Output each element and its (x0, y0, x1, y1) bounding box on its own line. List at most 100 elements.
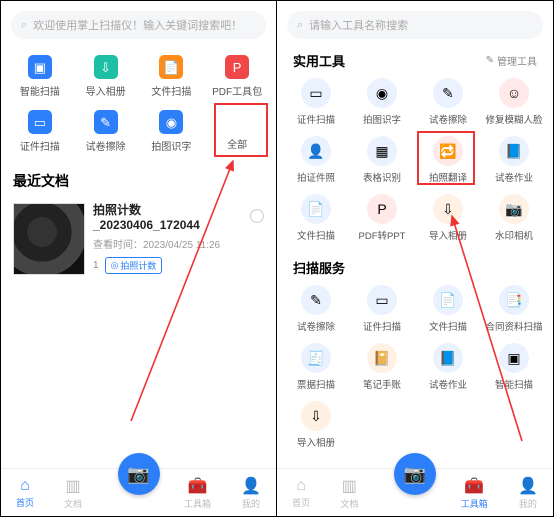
cell-label: 导入相册 (429, 228, 467, 242)
cell-icon: ▦ (367, 136, 397, 166)
cell-icon: ✎ (433, 78, 463, 108)
cell-icon: 📘 (433, 343, 463, 373)
tool-label: 试卷擦除 (86, 138, 126, 153)
tool-icon: ▭ (28, 110, 52, 134)
cell-icon: 👤 (301, 136, 331, 166)
search-bar[interactable]: ⌕ 请输入工具名称搜索 (287, 11, 543, 39)
doc-info: 拍照计数_20230406_172044 查看时间：2023/04/25 11:… (93, 203, 242, 274)
tool-label: PDF工具包 (212, 83, 262, 98)
cell-修复模糊人脸[interactable]: ☺修复模糊人脸 (481, 78, 547, 126)
doc-row[interactable]: 拍照计数_20230406_172044 查看时间：2023/04/25 11:… (1, 197, 276, 281)
nav-home[interactable]: ⌂首页 (16, 477, 34, 509)
select-circle[interactable] (250, 209, 264, 223)
cell-智能扫描[interactable]: ▣智能扫描 (481, 343, 547, 391)
cell-拍图识字[interactable]: ◉拍图识字 (349, 78, 415, 126)
edit-icon: ✎ (486, 55, 494, 66)
nav-docs[interactable]: ▥文档 (340, 476, 358, 510)
tool-label: 证件扫描 (20, 138, 60, 153)
cell-票据扫描[interactable]: 🧾票据扫描 (283, 343, 349, 391)
cell-拍照翻译[interactable]: 🔁 拍照翻译 (415, 136, 481, 184)
cell-label: 试卷擦除 (297, 319, 335, 333)
tool-label: 拍图识字 (151, 138, 191, 153)
cell-icon: ▭ (367, 285, 397, 315)
tool-证件扫描[interactable]: ▭ 证件扫描 (7, 106, 73, 157)
left-screen: ⌕ 欢迎使用掌上扫描仪！输入关键词搜索吧！ ▣智能扫描⇩导入相册 📄 文件扫描 P PD… (1, 1, 277, 516)
search-bar[interactable]: ⌕ 欢迎使用掌上扫描仪！输入关键词搜索吧！ (11, 11, 266, 39)
home-icon: ⌂ (296, 477, 306, 495)
cell-导入相册[interactable]: ⇩导入相册 (283, 401, 349, 449)
tool-icon: ✎ (94, 110, 118, 134)
cell-icon: ◉ (367, 78, 397, 108)
cell-icon: ▭ (301, 78, 331, 108)
nav-mine[interactable]: 👤我的 (241, 476, 261, 510)
cell-icon: 📘 (499, 136, 529, 166)
cell-证件扫描[interactable]: ▭证件扫描 (283, 78, 349, 126)
cell-label: 拍证件照 (297, 170, 335, 184)
cell-label: 拍照翻译 (429, 170, 467, 184)
recent-docs-title: 最近文档 (13, 171, 264, 191)
camera-icon: 📷 (127, 464, 149, 485)
manage-tools[interactable]: ✎管理工具 (486, 53, 537, 68)
tools-icon: 🧰 (464, 476, 484, 496)
cell-label: 试卷作业 (429, 377, 467, 391)
cell-icon: 🔁 (433, 136, 463, 166)
cell-证件扫描[interactable]: ▭证件扫描 (349, 285, 415, 333)
nav-mine[interactable]: 👤我的 (518, 476, 538, 510)
tool-PDF工具包[interactable]: P PDF工具包 (204, 51, 270, 102)
bottom-nav: ⌂首页 ▥文档 🧰工具箱 👤我的 📷 (277, 468, 553, 516)
tool-智能扫描[interactable]: ▣智能扫描 (7, 51, 73, 102)
tool-全部[interactable]: 全部 (204, 106, 270, 157)
tool-icon: 📄 (159, 55, 183, 79)
cell-试卷擦除[interactable]: ✎ 试卷擦除 (415, 78, 481, 126)
doc-thumbnail (13, 203, 85, 275)
cell-表格识别[interactable]: ▦表格识别 (349, 136, 415, 184)
camera-icon: 📷 (404, 464, 426, 485)
cell-icon: ▣ (499, 343, 529, 373)
tool-试卷擦除[interactable]: ✎ 试卷擦除 (73, 106, 139, 157)
nav-docs[interactable]: ▥文档 (64, 476, 82, 510)
scan-title: 扫描服务 (293, 258, 345, 277)
cell-label: 水印相机 (495, 228, 533, 242)
search-icon: ⌕ (297, 19, 303, 32)
cell-文件扫描[interactable]: 📄文件扫描 (283, 194, 349, 242)
user-icon: 👤 (518, 476, 538, 496)
cell-label: 合同资料扫描 (485, 319, 542, 333)
cell-试卷擦除[interactable]: ✎ 试卷擦除 (283, 285, 349, 333)
tool-文件扫描[interactable]: 📄 文件扫描 (139, 51, 205, 102)
cell-合同资料扫描[interactable]: 📑合同资料扫描 (481, 285, 547, 333)
tool-导入相册[interactable]: ⇩导入相册 (73, 51, 139, 102)
tool-icon (226, 110, 248, 132)
cell-icon: ✎ (301, 285, 331, 315)
cell-label: 修复模糊人脸 (485, 112, 542, 126)
bottom-nav: ⌂首页 ▥文档 🧰工具箱 👤我的 📷 (1, 468, 276, 516)
cell-icon: 📔 (367, 343, 397, 373)
cell-label: 文件扫描 (297, 228, 335, 242)
search-placeholder: 欢迎使用掌上扫描仪！输入关键词搜索吧！ (33, 17, 242, 33)
practical-grid: ▭证件扫描◉拍图识字 ✎ 试卷擦除 ☺修复模糊人脸 👤 拍证件照 ▦表格识别 🔁 拍照翻译 📘试卷… (283, 74, 547, 252)
cell-PDF转PPT[interactable]: PPDF转PPT (349, 194, 415, 242)
search-icon: ⌕ (21, 19, 27, 32)
camera-fab[interactable]: 📷 (118, 453, 160, 495)
cell-试卷作业[interactable]: 📘试卷作业 (481, 136, 547, 184)
cell-icon: ⇩ (301, 401, 331, 431)
cell-导入相册[interactable]: ⇩导入相册 (415, 194, 481, 242)
user-icon: 👤 (241, 476, 261, 496)
cell-label: 试卷擦除 (429, 112, 467, 126)
cell-笔记手账[interactable]: 📔笔记手账 (349, 343, 415, 391)
cell-水印相机[interactable]: 📷水印相机 (481, 194, 547, 242)
tools-icon: 🧰 (188, 476, 208, 496)
cell-拍证件照[interactable]: 👤 拍证件照 (283, 136, 349, 184)
camera-fab[interactable]: 📷 (394, 453, 436, 495)
nav-tools[interactable]: 🧰工具箱 (461, 476, 488, 510)
tool-icon: P (225, 55, 249, 79)
docs-icon: ▥ (342, 476, 357, 496)
tool-拍图识字[interactable]: ◉拍图识字 (139, 106, 205, 157)
tool-label: 全部 (227, 136, 247, 151)
nav-tools[interactable]: 🧰工具箱 (184, 476, 211, 510)
cell-icon: 🧾 (301, 343, 331, 373)
tool-label: 文件扫描 (151, 83, 191, 98)
cell-试卷作业[interactable]: 📘 试卷作业 (415, 343, 481, 391)
nav-home[interactable]: ⌂首页 (292, 477, 310, 509)
right-screen: ⌕ 请输入工具名称搜索 实用工具 ✎管理工具 ▭证件扫描◉拍图识字✎试卷擦除☺修… (277, 1, 553, 516)
cell-文件扫描[interactable]: 📄文件扫描 (415, 285, 481, 333)
